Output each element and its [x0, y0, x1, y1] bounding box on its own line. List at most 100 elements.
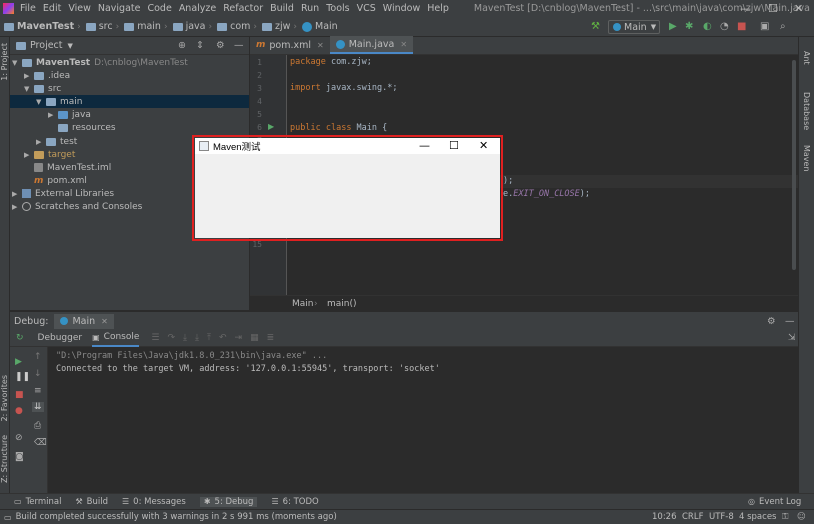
- tool-tab-todo[interactable]: ☰ 6: TODO: [271, 497, 318, 507]
- caret-position[interactable]: 10:26: [652, 512, 677, 522]
- run-to-cursor-icon[interactable]: ⇥: [235, 333, 243, 343]
- crumb-zjw[interactable]: zjw: [258, 21, 290, 32]
- breadcrumb-class[interactable]: Main: [292, 299, 314, 309]
- project-panel-title[interactable]: Project: [30, 40, 63, 51]
- hide-icon[interactable]: —: [234, 40, 244, 51]
- maven-tool-tab[interactable]: Maven: [802, 145, 811, 172]
- collapse-all-icon[interactable]: ⇕: [196, 40, 204, 51]
- breadcrumb-method[interactable]: main(): [327, 299, 357, 309]
- force-step-into-icon[interactable]: ⤓: [195, 333, 199, 343]
- crumb-java[interactable]: java: [169, 21, 205, 32]
- status-message[interactable]: Build completed successfully with 3 warn…: [16, 512, 337, 522]
- line-separator[interactable]: CRLF: [682, 512, 703, 522]
- menu-code[interactable]: Code: [147, 3, 171, 14]
- tool-tab-terminal[interactable]: ▭ Terminal: [14, 497, 61, 507]
- project-structure-icon[interactable]: ▣: [760, 21, 769, 32]
- close-tab-icon[interactable]: ✕: [317, 41, 324, 50]
- menu-window[interactable]: Window: [383, 3, 420, 14]
- maximize-icon[interactable]: ☐: [768, 2, 778, 15]
- debug-session-tab[interactable]: Main ✕: [54, 313, 114, 329]
- menu-edit[interactable]: Edit: [43, 3, 61, 14]
- menu-help[interactable]: Help: [427, 3, 449, 14]
- tool-tab-debug[interactable]: ✱ 5: Debug: [199, 496, 258, 507]
- show-execution-point-icon[interactable]: ☰: [151, 333, 159, 343]
- tree-item-target[interactable]: ▶ target: [24, 148, 75, 161]
- mute-breakpoints-icon[interactable]: ⊘: [15, 433, 23, 443]
- crumb-com[interactable]: com: [213, 21, 250, 32]
- pause-icon[interactable]: ❚❚: [15, 372, 30, 382]
- rerun-icon[interactable]: ↻: [16, 333, 24, 343]
- inspector-icon[interactable]: ☺: [797, 512, 806, 522]
- console-output[interactable]: "D:\Program Files\Java\jdk1.8.0_231\bin\…: [48, 347, 798, 493]
- up-arrow-icon[interactable]: ↑: [34, 352, 42, 362]
- soft-wrap-icon[interactable]: ≡: [34, 386, 42, 396]
- run-icon[interactable]: ▶: [669, 21, 677, 32]
- step-into-icon[interactable]: ⤓: [183, 333, 187, 343]
- database-tool-tab[interactable]: Database: [802, 92, 811, 130]
- tree-item-resources[interactable]: resources: [58, 121, 116, 134]
- coverage-icon[interactable]: ◐: [703, 21, 712, 32]
- run-config-select[interactable]: Main ▼: [608, 20, 660, 34]
- menu-view[interactable]: View: [68, 3, 91, 14]
- code-line-10[interactable]: );: [503, 176, 513, 186]
- tree-item-project-root[interactable]: ▼ MavenTest D:\cnblog\MavenTest: [12, 56, 188, 69]
- close-icon[interactable]: ✕: [479, 139, 488, 152]
- crumb-project[interactable]: MavenTest: [0, 21, 74, 32]
- tool-tab-event-log[interactable]: ◎ Event Log: [748, 497, 801, 507]
- menu-run[interactable]: Run: [301, 3, 319, 14]
- favorites-tool-tab[interactable]: 2: Favorites: [0, 375, 9, 421]
- build-hammer-icon[interactable]: ⚒: [591, 21, 600, 32]
- menu-refactor[interactable]: Refactor: [223, 3, 263, 14]
- restore-layout-icon[interactable]: ⇲: [788, 333, 796, 343]
- tree-item-pom[interactable]: m pom.xml: [34, 174, 87, 187]
- crumb-main-class[interactable]: Main: [298, 21, 338, 32]
- maven-test-window[interactable]: Maven测试 — ☐ ✕: [195, 138, 500, 238]
- tab-main-java[interactable]: Main.java ✕: [329, 36, 414, 54]
- gear-icon[interactable]: ⚙: [216, 40, 225, 51]
- minimize-icon[interactable]: —: [419, 139, 430, 152]
- crumb-main[interactable]: main: [120, 21, 161, 32]
- code-line-3[interactable]: import javax.swing.*;: [290, 83, 397, 93]
- tab-pom-xml[interactable]: m pom.xml ✕: [250, 36, 330, 54]
- close-tab-icon[interactable]: ✕: [400, 40, 407, 49]
- project-tool-tab[interactable]: 1: Project: [0, 43, 9, 81]
- resume-icon[interactable]: ▶: [15, 357, 22, 367]
- crumb-src[interactable]: src: [82, 21, 113, 32]
- trace-icon[interactable]: ≣: [267, 333, 275, 343]
- locate-icon[interactable]: ⊕: [178, 40, 186, 51]
- stop-icon[interactable]: ■: [15, 390, 24, 400]
- tree-item-iml[interactable]: MavenTest.iml: [34, 161, 111, 174]
- print-icon[interactable]: ⎙: [34, 421, 41, 431]
- scroll-to-end-icon[interactable]: ⇊: [32, 402, 44, 412]
- chevron-down-icon[interactable]: ▼: [68, 42, 73, 50]
- debug-icon[interactable]: ✱: [685, 21, 693, 32]
- code-line-6[interactable]: public class Main {: [290, 123, 387, 133]
- close-icon[interactable]: ✕: [794, 2, 803, 15]
- indent-setting[interactable]: 4 spaces: [739, 512, 776, 522]
- hide-icon[interactable]: —: [785, 316, 795, 327]
- code-line-11[interactable]: e.EXIT_ON_CLOSE);: [503, 189, 590, 199]
- step-out-icon[interactable]: ⤒: [207, 333, 211, 343]
- menu-build[interactable]: Build: [270, 3, 294, 14]
- tool-tab-build[interactable]: ⚒ Build: [75, 497, 108, 507]
- menu-file[interactable]: File: [20, 3, 36, 14]
- menu-navigate[interactable]: Navigate: [98, 3, 141, 14]
- lock-icon[interactable]: ⚿: [782, 512, 788, 522]
- tool-tab-messages[interactable]: ☰ 0: Messages: [122, 497, 186, 507]
- ant-tool-tab[interactable]: Ant: [802, 51, 811, 65]
- down-arrow-icon[interactable]: ↓: [34, 369, 42, 379]
- file-encoding[interactable]: UTF-8: [709, 512, 734, 522]
- gear-icon[interactable]: ⚙: [767, 316, 776, 327]
- view-breakpoints-icon[interactable]: ●: [15, 406, 23, 416]
- tree-item-test[interactable]: ▶ test: [36, 135, 77, 148]
- code-line-1[interactable]: package com.zjw;: [290, 57, 372, 67]
- tree-item-java[interactable]: ▶ java: [48, 108, 91, 121]
- trash-icon[interactable]: ⌫: [34, 438, 47, 448]
- step-over-icon[interactable]: ↷: [167, 333, 175, 343]
- tree-item-scratches[interactable]: ▶ Scratches and Consoles: [12, 200, 142, 213]
- tab-console[interactable]: ▣ Console: [92, 330, 140, 347]
- popup-titlebar[interactable]: Maven测试 — ☐ ✕: [195, 138, 500, 154]
- run-gutter-icon[interactable]: ▶: [268, 122, 274, 131]
- menu-tools[interactable]: Tools: [326, 3, 349, 14]
- maximize-icon[interactable]: ☐: [449, 139, 459, 152]
